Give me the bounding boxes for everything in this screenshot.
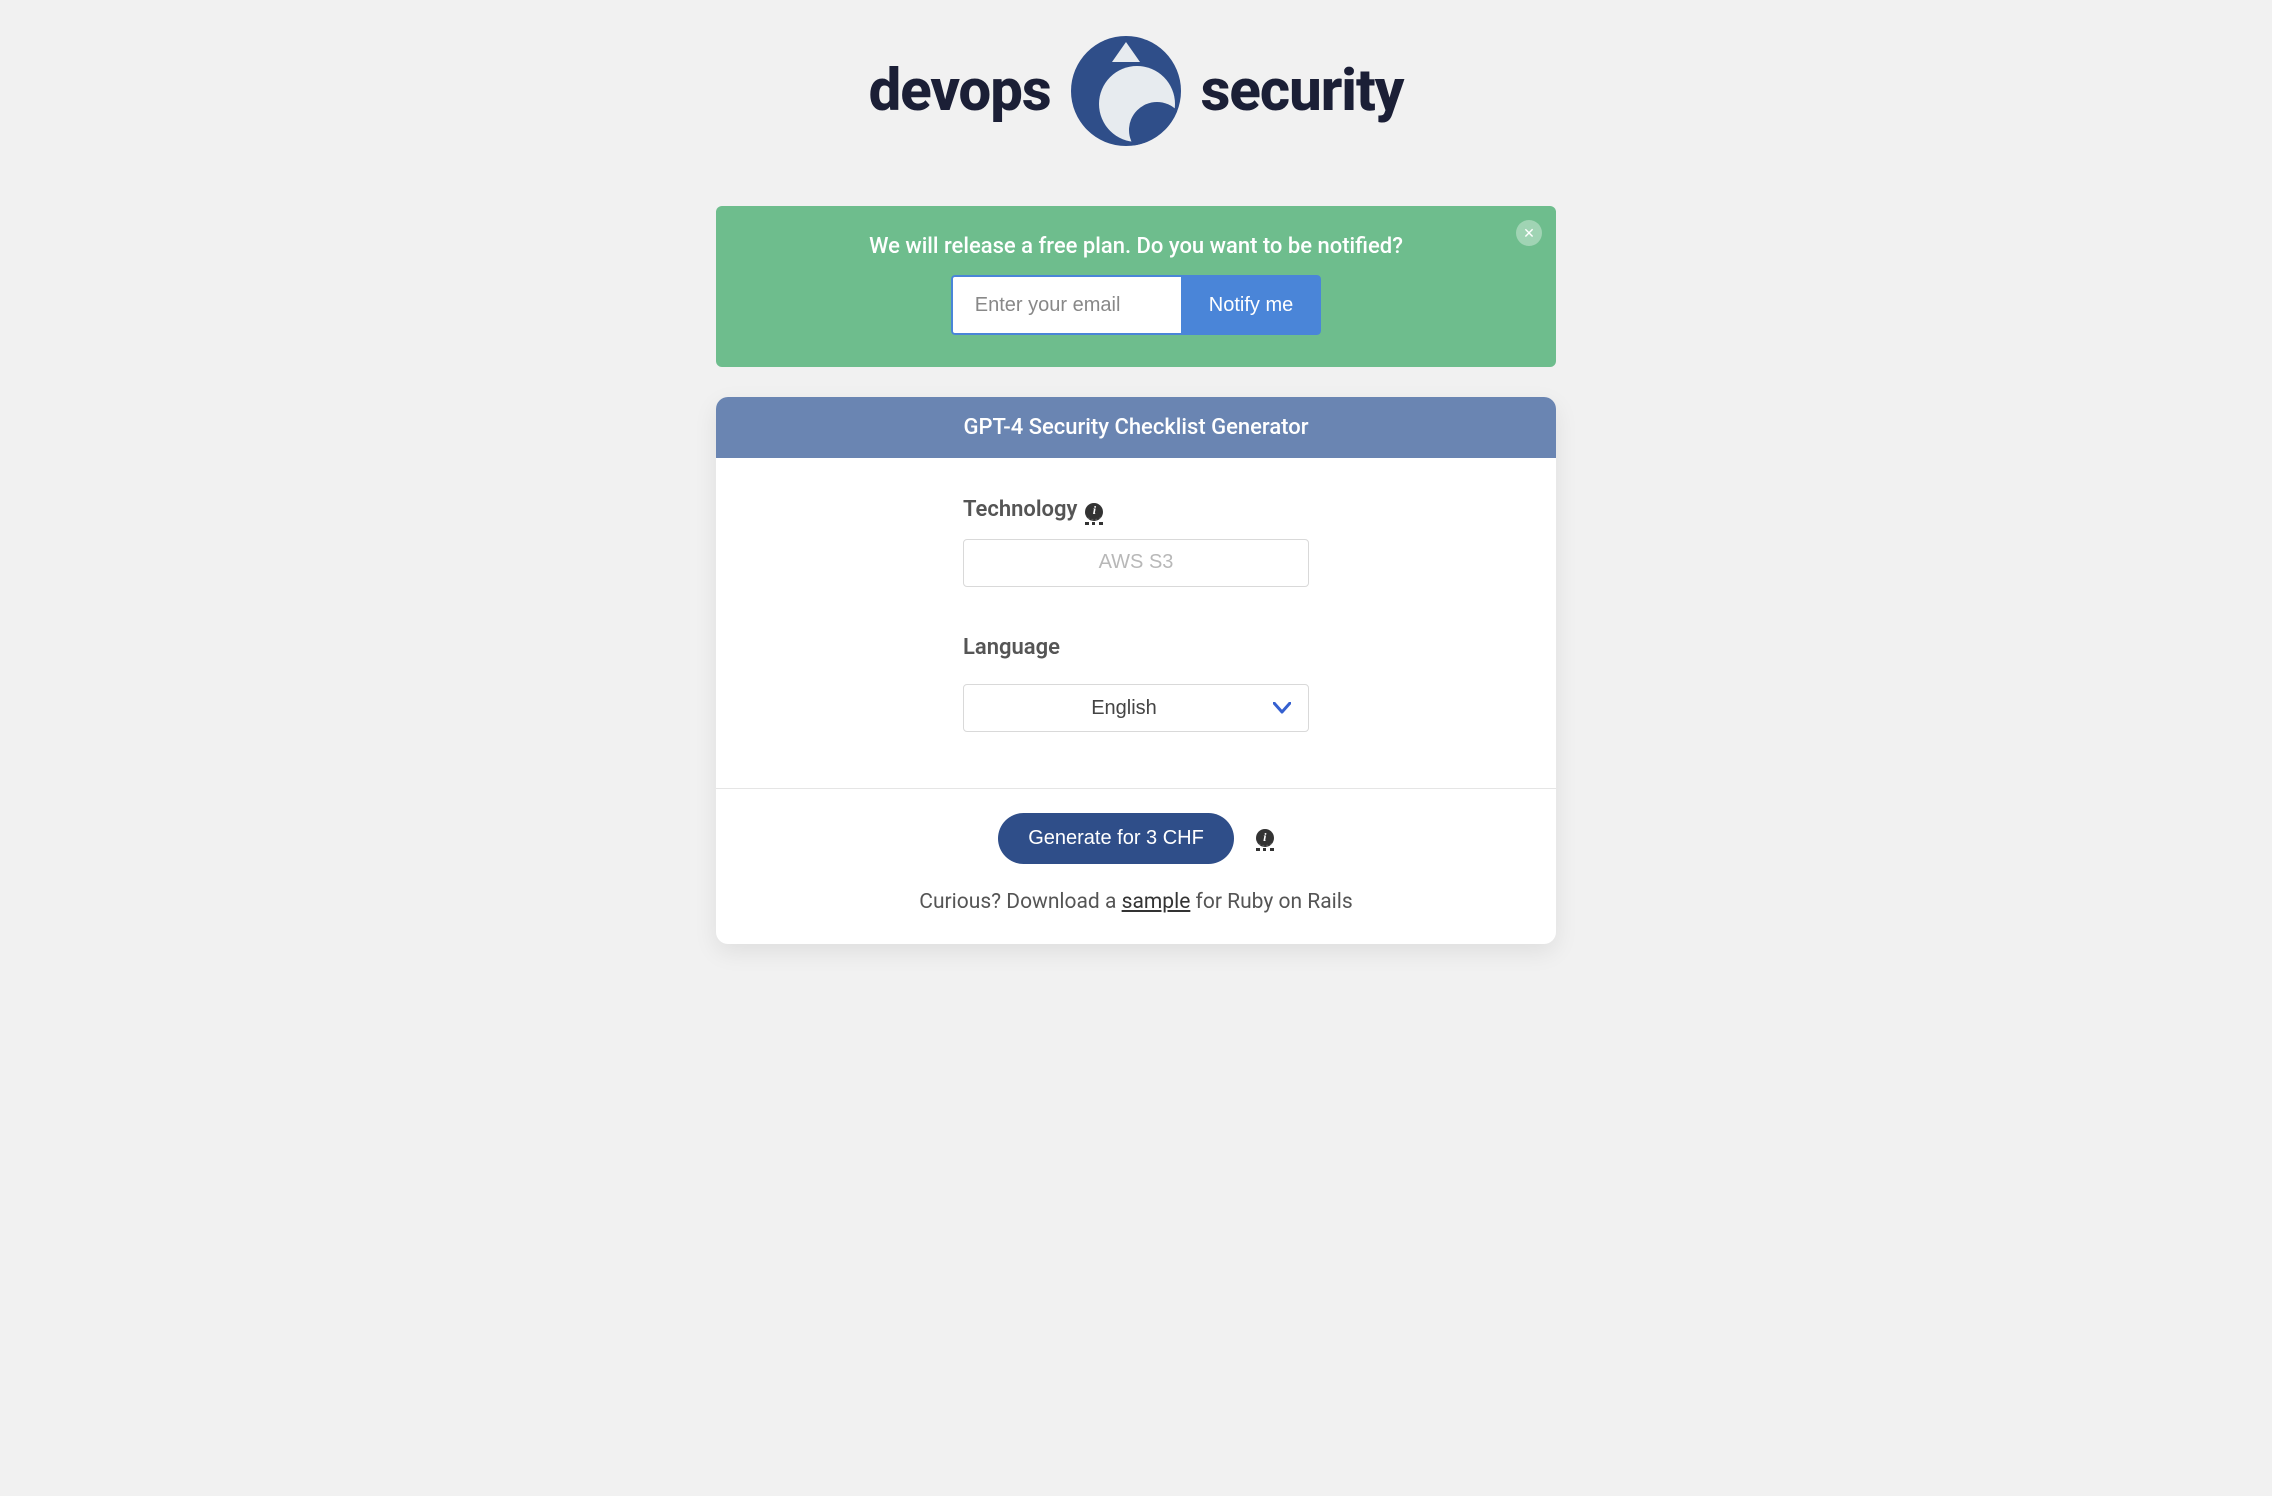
technology-label: Technology — [963, 497, 1077, 522]
generate-button[interactable]: Generate for 3 CHF — [998, 813, 1234, 864]
info-icon: i — [1085, 503, 1103, 521]
brand-word-left: devops — [869, 57, 1051, 125]
price-info-wrap[interactable]: i — [1256, 825, 1274, 852]
notify-form: Notify me — [951, 275, 1321, 335]
technology-input[interactable] — [963, 539, 1309, 587]
technology-info-wrap[interactable]: i — [1085, 494, 1103, 525]
language-label: Language — [963, 635, 1060, 660]
sample-link[interactable]: sample — [1122, 890, 1191, 914]
fox-logo-icon — [1071, 36, 1181, 146]
brand-word-right: security — [1201, 57, 1404, 125]
technology-field: Technology i — [963, 494, 1309, 587]
brand-logo: devops security — [869, 36, 1404, 146]
email-input[interactable] — [951, 275, 1181, 335]
banner-message: We will release a free plan. Do you want… — [756, 234, 1516, 259]
close-icon: ✕ — [1523, 225, 1535, 242]
card-title: GPT-4 Security Checklist Generator — [716, 397, 1556, 458]
language-field: Language English — [963, 635, 1309, 732]
notify-banner: ✕ We will release a free plan. Do you wa… — [716, 206, 1556, 367]
notify-button[interactable]: Notify me — [1181, 275, 1321, 335]
close-banner-button[interactable]: ✕ — [1516, 220, 1542, 246]
language-select[interactable]: English — [963, 684, 1309, 732]
sample-text: Curious? Download a sample for Ruby on R… — [736, 890, 1536, 914]
generator-card: GPT-4 Security Checklist Generator Techn… — [716, 397, 1556, 944]
info-icon: i — [1256, 829, 1274, 847]
